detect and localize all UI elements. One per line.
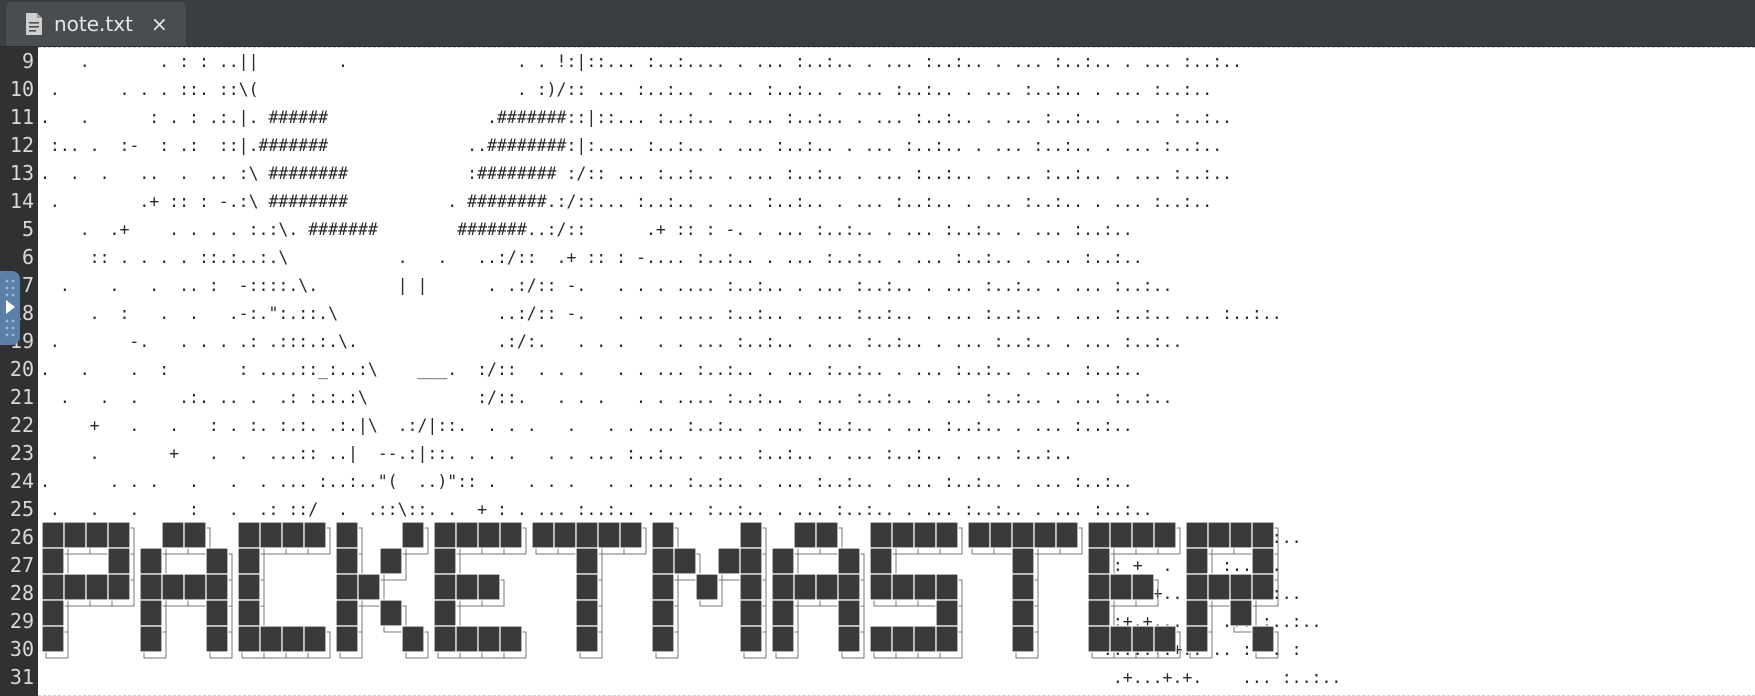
line-number: 25	[9, 497, 34, 521]
text-line: :.. . :- : .: ::|.####### ..########:|:.…	[40, 136, 1223, 155]
line-number: 31	[9, 665, 34, 689]
line-number: 12	[9, 133, 34, 157]
line-number: 6	[21, 245, 34, 269]
line-number: 22	[9, 413, 34, 437]
banner-letter-t	[967, 521, 1083, 659]
text-file-icon	[26, 13, 42, 35]
text-line: :: . . . . ::.:..:.\ . . ..:/:: .+ :: : …	[40, 248, 1143, 267]
text-line: . . . .:. .. . .: :.:.:\ :/::. . . . . .…	[40, 388, 1173, 407]
banner-letter-a	[139, 521, 233, 659]
text-line: . . : : ..|| . . . !:|::... :..:.... . .…	[40, 52, 1242, 71]
close-icon[interactable]: ×	[151, 12, 168, 36]
line-number-gutter: 9 10 11 12 13 14 5 6 7 18 19 20 21 22 23 24 25 26 27 28 29 30…	[0, 47, 38, 696]
line-number: 5	[21, 217, 34, 241]
banner-letter-m	[651, 521, 767, 659]
banner-letter-k	[335, 521, 429, 659]
tab-title: note.txt	[54, 12, 133, 36]
line-number: 9	[21, 49, 34, 73]
packetmaster-ascii-banner	[41, 521, 1279, 659]
tab-bar: note.txt ×	[0, 0, 1755, 47]
line-number: 20	[9, 357, 34, 381]
text-line: . + . . ...:: ..| --.:|::. . . . . . ...…	[40, 444, 1074, 463]
banner-letter-s	[869, 521, 963, 659]
text-line: . . . .. . .. :\ ######## :######## :/::…	[40, 164, 1233, 183]
line-number: 28	[9, 581, 34, 605]
banner-letter-e	[433, 521, 527, 659]
line-number: 30	[9, 637, 34, 661]
side-panel-toggle[interactable]	[0, 271, 20, 345]
banner-letter-a	[771, 521, 865, 659]
line-number: 14	[9, 189, 34, 213]
tab-note-txt[interactable]: note.txt ×	[6, 2, 186, 46]
line-number: 13	[9, 161, 34, 185]
text-line: . .+ . . . . :.:\. ####### #######..:/::…	[40, 220, 1133, 239]
banner-letter-r	[1185, 521, 1279, 659]
line-number: 27	[9, 553, 34, 577]
text-line: . : . . .-:.":.::.\ ..:/:: -. . . . ....…	[40, 304, 1282, 323]
line-number: 11	[9, 105, 34, 129]
line-number: 24	[9, 469, 34, 493]
text-line: . . : . : .:.|. ###### .#######::|::... …	[40, 108, 1233, 127]
line-number: 26	[9, 525, 34, 549]
text-line: . . . : : ....::_:..:\ ___. :/:: . . . .…	[40, 360, 1143, 379]
editor[interactable]: 9 10 11 12 13 14 5 6 7 18 19 20 21 22 23 24 25 26 27 28 29 30…	[0, 47, 1755, 696]
text-line: . -. . . . .: .:::.:.\. .:/:. . . . . . …	[40, 332, 1183, 351]
text-line: . .+ :: : -.:\ ######## . ########.:/::.…	[40, 192, 1213, 211]
line-number: 23	[9, 441, 34, 465]
text-line: + . . : . :. :.:. .:.|\ .:/|::. . . . . …	[40, 416, 1133, 435]
text-line: . . . . ::. ::\( . :)/:: ... :..:.. . ..…	[40, 80, 1213, 99]
banner-letter-t	[531, 521, 647, 659]
text-line: . . . . . . . ... :..:.."( ..)":: . . . …	[40, 472, 1133, 491]
banner-letter-p	[41, 521, 135, 659]
banner-letter-c	[237, 521, 331, 659]
line-number: 29	[9, 609, 34, 633]
text-line: . . . .. : -::::.\. | | . .:/:: -. . . .…	[40, 276, 1173, 295]
banner-letter-e	[1087, 521, 1181, 659]
play-icon	[6, 300, 15, 314]
line-number: 21	[9, 385, 34, 409]
line-number: 10	[9, 77, 34, 101]
